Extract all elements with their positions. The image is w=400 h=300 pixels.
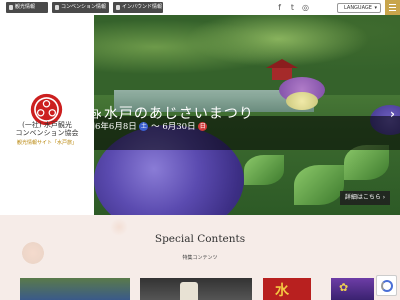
lantern-card[interactable] xyxy=(140,278,252,300)
tab-inbound-info[interactable]: インバウンド情報 xyxy=(113,2,163,13)
leaf xyxy=(244,155,284,185)
date-separator: ～ xyxy=(151,122,160,132)
tourism-icon xyxy=(9,5,13,10)
site-tagline: 観光情報サイト「水戸旅」 xyxy=(16,140,77,146)
language-select[interactable]: LANGUAGE ▾ xyxy=(337,3,381,13)
tab-label: インバウンド情報 xyxy=(122,4,163,10)
prev-slide-arrow-icon[interactable]: ‹ xyxy=(97,107,102,121)
date-start: 令和6年6月8日 xyxy=(78,122,137,132)
section-title: Special Contents xyxy=(154,233,246,245)
next-slide-arrow-icon[interactable]: › xyxy=(390,107,395,121)
leaf xyxy=(344,145,389,180)
top-bar: 観光情報 コンベンション情報 インバウンド情報 f t ◎ LANGUAGE ▾ xyxy=(0,0,400,15)
recaptcha-badge-icon[interactable] xyxy=(376,275,397,296)
mito-card[interactable]: 水 xyxy=(263,278,311,300)
pavilion-roof xyxy=(266,59,298,68)
inbound-icon xyxy=(116,5,120,10)
date-end: 6月30日 xyxy=(162,122,196,132)
tab-label: コンベンション情報 xyxy=(61,4,107,10)
details-button[interactable]: 詳細はこちら › xyxy=(340,191,390,205)
tab-tourism-info[interactable]: 観光情報 xyxy=(6,2,48,13)
lantern-image xyxy=(180,282,198,300)
tab-convention-info[interactable]: コンベンション情報 xyxy=(52,2,109,13)
leaf xyxy=(294,165,344,205)
section-subtitle: 特集コンテンツ xyxy=(182,255,218,261)
hero-background xyxy=(94,15,400,95)
day-of-week-badge: 日 xyxy=(198,122,208,131)
card-mark: ✿ xyxy=(339,281,349,294)
language-label: LANGUAGE xyxy=(344,5,372,11)
tab-label: 観光情報 xyxy=(15,4,36,10)
purple-card[interactable]: ✿ xyxy=(331,278,374,300)
convention-icon xyxy=(55,5,59,10)
festival-dates: 令和6年6月8日 土 ～ 6月30日 日 xyxy=(78,120,208,132)
card-mark: 水 xyxy=(275,283,289,299)
hamburger-menu-icon[interactable] xyxy=(385,0,400,15)
facebook-icon[interactable]: f xyxy=(275,3,284,12)
twitter-icon[interactable]: t xyxy=(288,3,297,12)
hydrangea-card[interactable] xyxy=(20,278,130,300)
chevron-down-icon: ▾ xyxy=(374,5,377,11)
hydrangea-yellow xyxy=(286,92,318,110)
day-of-week-badge: 土 xyxy=(139,122,149,131)
instagram-icon[interactable]: ◎ xyxy=(301,3,310,12)
